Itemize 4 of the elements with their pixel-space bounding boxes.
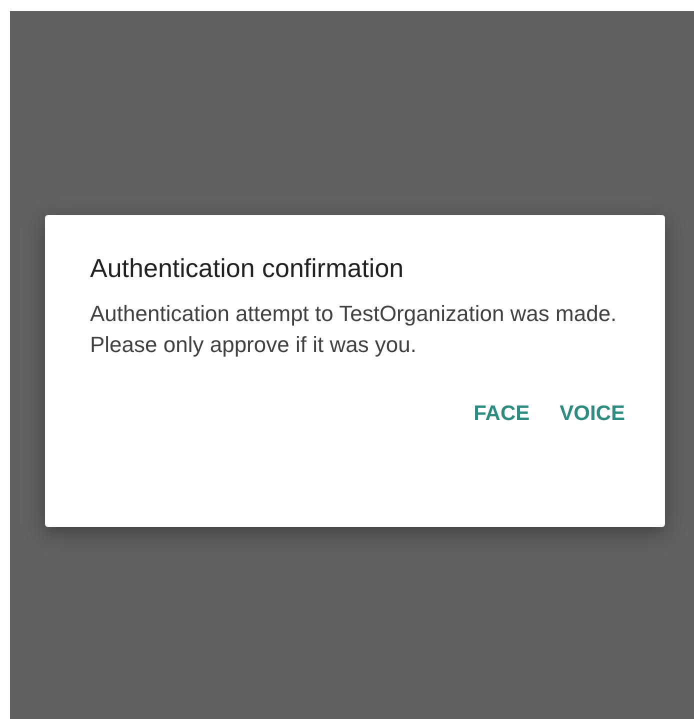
dialog-button[interactable]: FACE xyxy=(474,398,530,430)
dialog-message: Authentication attempt to TestOrganization was made. Please only approve if it was you. xyxy=(90,300,618,359)
dialog-button[interactable]: VOICE xyxy=(560,398,625,430)
dialog-title: Authentication confirmation xyxy=(90,252,405,285)
